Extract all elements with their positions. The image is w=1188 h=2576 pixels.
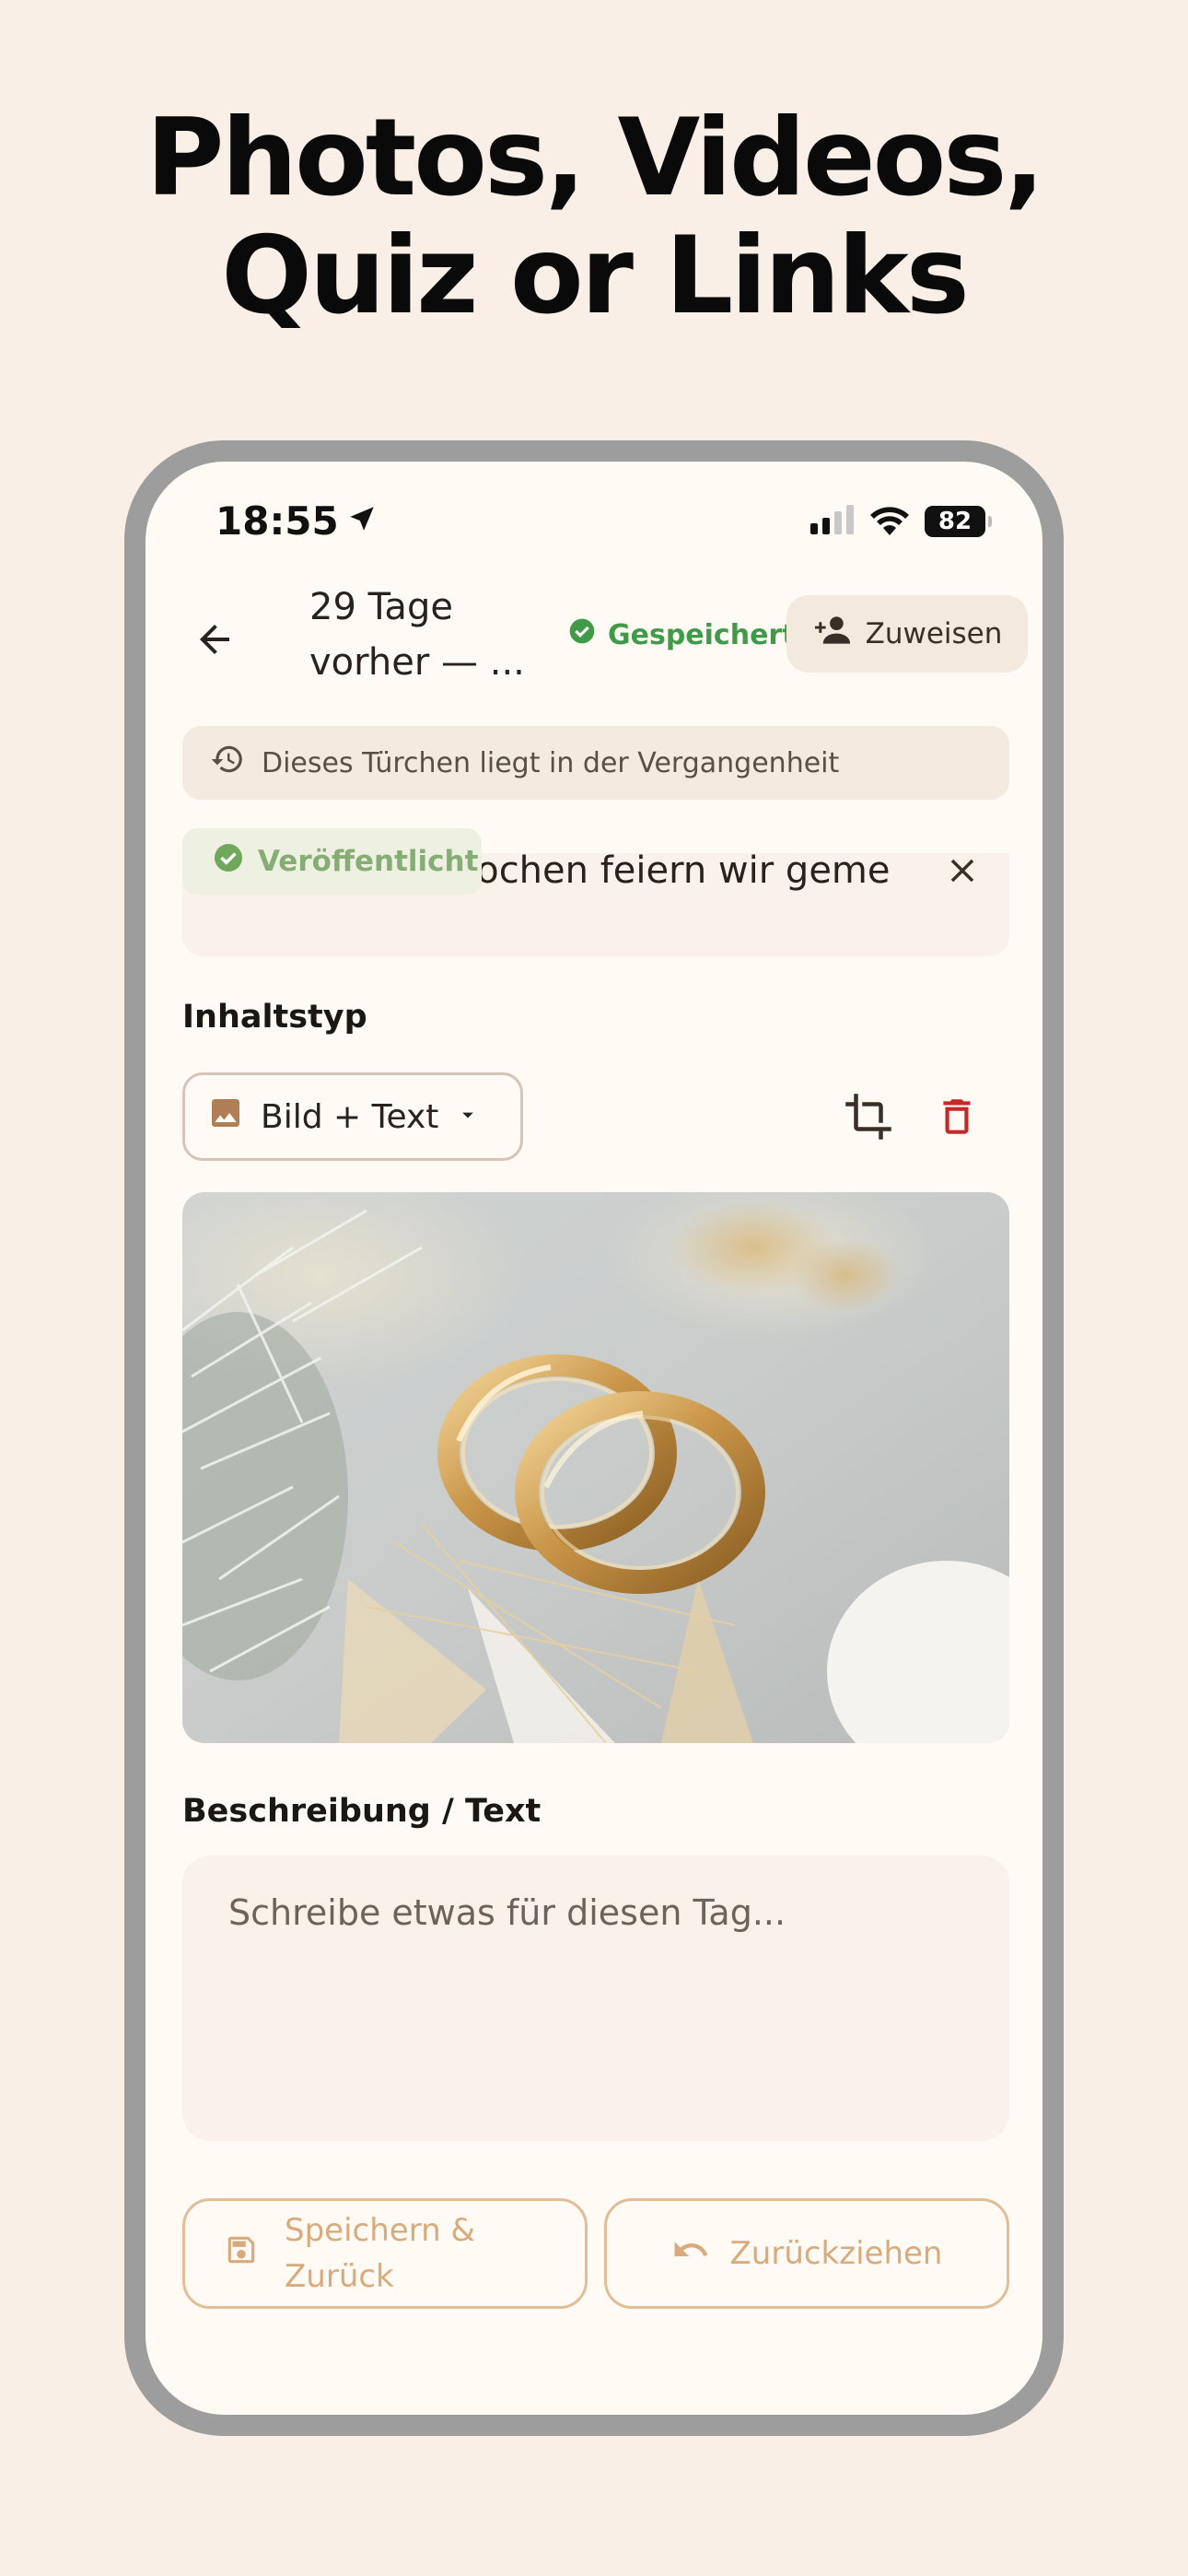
published-badge: Veröffentlicht: [182, 828, 482, 895]
check-circle-icon: [212, 841, 245, 882]
phone-frame: 18:55 82 29 Tage vorher — ... Gespeicher…: [124, 440, 1064, 2436]
wedding-rings-photo: [182, 1192, 1009, 1743]
phone-screen: 18:55 82 29 Tage vorher — ... Gespeicher…: [146, 462, 1042, 2415]
status-indicators: 82: [810, 504, 992, 539]
check-circle-icon: [567, 616, 597, 653]
page-title: 29 Tage vorher — ...: [309, 586, 525, 684]
headline-line-1: Photos, Videos,: [146, 96, 1045, 220]
status-time-text: 18:55: [215, 498, 339, 544]
marketing-headline: Photos, Videos, Quiz or Links: [0, 100, 1188, 335]
crop-icon[interactable]: [844, 1092, 893, 1145]
content-type-select[interactable]: Bild + Text: [182, 1072, 523, 1161]
saved-label: Gespeichert: [608, 618, 796, 651]
headline-line-2: Quiz or Links: [221, 214, 970, 338]
content-type-value: Bild + Text: [261, 1097, 439, 1136]
undo-icon: [671, 2231, 710, 2277]
battery-indicator: 82: [925, 506, 992, 537]
description-box[interactable]: [182, 1856, 1009, 2141]
save-icon: [224, 2232, 259, 2276]
past-day-banner: Dieses Türchen liegt in der Vergangenhei…: [182, 726, 1009, 800]
caret-down-icon: [455, 1098, 481, 1136]
person-add-icon: [812, 614, 853, 654]
past-banner-text: Dieses Türchen liegt in der Vergangenhei…: [262, 746, 840, 779]
status-time: 18:55: [215, 498, 378, 544]
description-textarea[interactable]: [182, 1856, 1009, 2141]
description-label: Beschreibung / Text: [182, 1793, 542, 1830]
cellular-signal-icon: [810, 505, 855, 538]
retract-label: Zurückziehen: [729, 2235, 943, 2272]
published-label: Veröffentlicht: [258, 845, 479, 878]
save-and-back-button[interactable]: Speichern & Zurück: [182, 2198, 588, 2309]
save-and-back-label: Speichern & Zurück: [285, 2212, 475, 2295]
assign-label: Zuweisen: [865, 617, 1003, 650]
wifi-icon: [869, 504, 910, 539]
history-icon: [210, 742, 245, 784]
close-icon[interactable]: [943, 853, 982, 894]
retract-button[interactable]: Zurückziehen: [604, 2198, 1009, 2309]
saved-status: Gespeichert: [567, 616, 796, 653]
image-icon: [207, 1095, 244, 1140]
content-type-label: Inhaltstyp: [182, 999, 367, 1036]
assign-button[interactable]: Zuweisen: [786, 595, 1028, 673]
delete-icon[interactable]: [934, 1092, 980, 1145]
arrow-left-icon: [192, 617, 237, 665]
location-arrow-icon: [346, 498, 378, 544]
back-button[interactable]: [182, 609, 247, 673]
